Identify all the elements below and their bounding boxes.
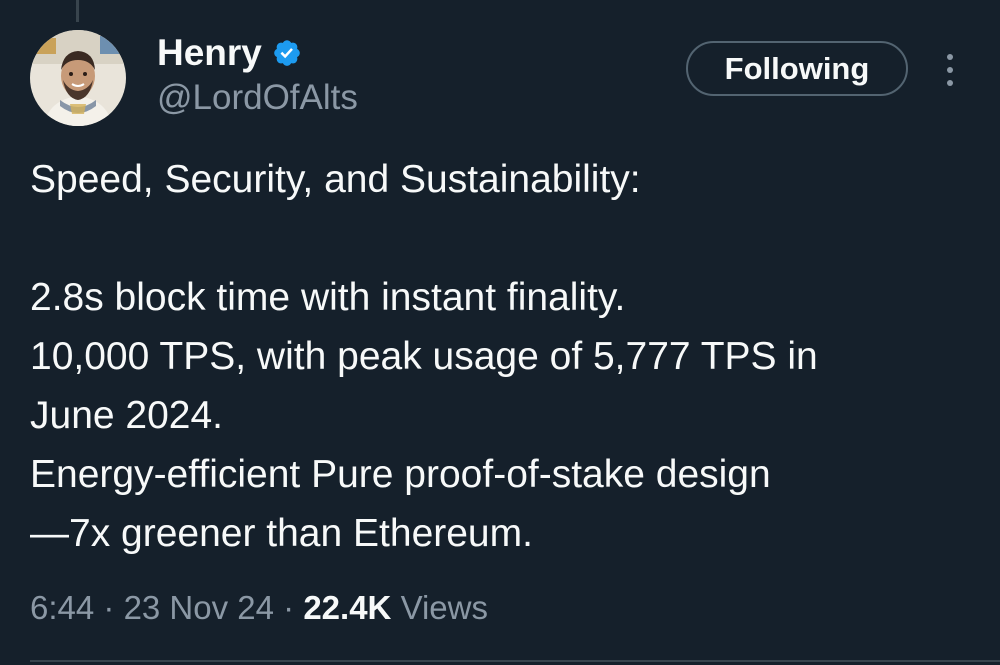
- author-name-row: Henry: [157, 30, 302, 76]
- more-dot: [947, 67, 953, 73]
- verified-badge-icon: [272, 38, 302, 68]
- tweet-line: Speed, Security, and Sustainability:: [30, 158, 641, 201]
- tweet-meta: 6:44 · 23 Nov 24 · 22.4K Views: [30, 585, 488, 631]
- tweet-text: Speed, Security, and Sustainability: 2.8…: [30, 150, 980, 563]
- tweet-line: 10,000 TPS, with peak usage of 5,777 TPS…: [30, 335, 818, 378]
- avatar-image: [30, 30, 126, 126]
- author-display-name[interactable]: Henry: [157, 30, 262, 76]
- more-dot: [947, 80, 953, 86]
- more-dot: [947, 54, 953, 60]
- avatar[interactable]: [30, 30, 126, 126]
- meta-separator: ·: [94, 589, 124, 626]
- meta-separator: ·: [274, 589, 304, 626]
- tweet-line: 2.8s block time with instant finality.: [30, 276, 626, 319]
- tweet-line: June 2024.: [30, 394, 224, 437]
- tweet-time[interactable]: 6:44: [30, 589, 94, 626]
- thread-connector-line: [76, 0, 79, 22]
- views-count[interactable]: 22.4K: [303, 589, 391, 626]
- following-button[interactable]: Following: [686, 41, 908, 96]
- author-handle[interactable]: @LordOfAlts: [157, 76, 358, 120]
- divider: [30, 660, 1000, 662]
- views-label: Views: [400, 589, 488, 626]
- more-options-icon[interactable]: [935, 50, 965, 90]
- tweet-date[interactable]: 23 Nov 24: [124, 589, 274, 626]
- tweet-line: —7x greener than Ethereum.: [30, 512, 533, 555]
- tweet-line: Energy-efficient Pure proof-of-stake des…: [30, 453, 771, 496]
